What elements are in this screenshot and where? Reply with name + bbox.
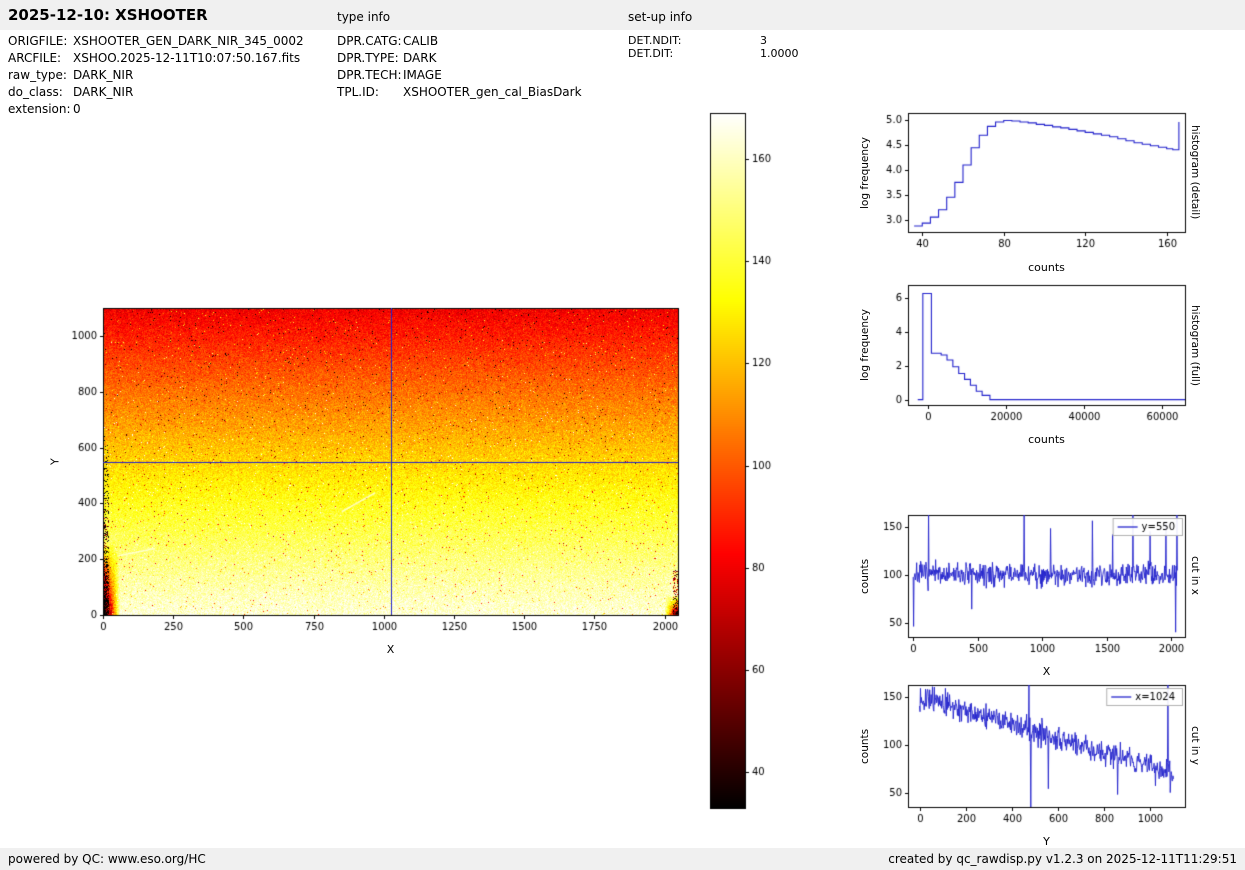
cut-x-right-label: cut in x <box>1188 515 1202 637</box>
cut-y-right-label: cut in y <box>1188 685 1202 807</box>
meta-value: DARK_NIR <box>73 68 133 82</box>
main-ylabel: Y <box>48 308 62 615</box>
meta-key: TPL.ID: <box>337 84 403 101</box>
meta-row-extension: extension:0 <box>8 101 304 118</box>
meta-row-dprtype: DPR.TYPE:DARK <box>337 50 582 67</box>
page-title: 2025-12-10: XSHOOTER <box>8 6 208 24</box>
cut-y-xlabel: Y <box>908 835 1185 848</box>
main-image-canvas <box>60 295 710 645</box>
hist-full-ylabel: log frequency <box>858 285 872 405</box>
meta-value: XSHOOTER_GEN_DARK_NIR_345_0002 <box>73 34 304 48</box>
meta-key: DPR.TECH: <box>337 67 403 84</box>
hist-detail-xlabel: counts <box>908 261 1185 274</box>
footer-bar: powered by QC: www.eso.org/HC created by… <box>0 848 1245 870</box>
cut-y-ylabel: counts <box>858 685 872 807</box>
meta-key: DET.NDIT: <box>628 34 760 47</box>
meta-row-ndit: DET.NDIT:3 <box>628 34 799 47</box>
meta-value: 3 <box>760 34 767 47</box>
meta-row-arcfile: ARCFILE:XSHOO.2025-12-11T10:07:50.167.fi… <box>8 50 304 67</box>
meta-key: DET.DIT: <box>628 47 760 60</box>
setup-info-label: set-up info <box>628 10 692 24</box>
meta-value: 1.0000 <box>760 47 799 60</box>
main-xlabel: X <box>103 643 678 656</box>
footer-right-text: created by qc_rawdisp.py v1.2.3 on 2025-… <box>888 848 1237 870</box>
meta-value: DARK_NIR <box>73 85 133 99</box>
cut-x-xlabel: X <box>908 665 1185 678</box>
hist-detail-canvas <box>860 100 1200 255</box>
meta-key: ARCFILE: <box>8 50 73 67</box>
meta-row-dprcatg: DPR.CATG:CALIB <box>337 33 582 50</box>
colorbar-canvas <box>690 105 810 820</box>
meta-value: IMAGE <box>403 68 442 82</box>
meta-key: DPR.TYPE: <box>337 50 403 67</box>
hist-detail-right-label: histogram (detail) <box>1188 113 1202 232</box>
header-bar: 2025-12-10: XSHOOTER type info set-up in… <box>0 0 1245 30</box>
hist-full-right-label: histogram (full) <box>1188 285 1202 405</box>
meta-value: 0 <box>73 102 81 116</box>
file-info-block: ORIGFILE:XSHOOTER_GEN_DARK_NIR_345_0002 … <box>8 33 304 118</box>
type-info-block: DPR.CATG:CALIB DPR.TYPE:DARK DPR.TECH:IM… <box>337 33 582 101</box>
footer-left-text: powered by QC: www.eso.org/HC <box>8 848 206 870</box>
cut-x-ylabel: counts <box>858 515 872 637</box>
type-info-label: type info <box>337 10 390 24</box>
qc-report-page: 2025-12-10: XSHOOTER type info set-up in… <box>0 0 1245 870</box>
meta-row-origfile: ORIGFILE:XSHOOTER_GEN_DARK_NIR_345_0002 <box>8 33 304 50</box>
meta-row-dprtech: DPR.TECH:IMAGE <box>337 67 582 84</box>
meta-key: extension: <box>8 101 73 118</box>
meta-row-doclass: do_class:DARK_NIR <box>8 84 304 101</box>
meta-key: ORIGFILE: <box>8 33 73 50</box>
meta-value: XSHOO.2025-12-11T10:07:50.167.fits <box>73 51 300 65</box>
meta-row-tplid: TPL.ID:XSHOOTER_gen_cal_BiasDark <box>337 84 582 101</box>
setup-info-block: DET.NDIT:3 DET.DIT:1.0000 <box>628 34 799 60</box>
meta-value: DARK <box>403 51 436 65</box>
hist-full-xlabel: counts <box>908 433 1185 446</box>
meta-key: DPR.CATG: <box>337 33 403 50</box>
meta-row-dit: DET.DIT:1.0000 <box>628 47 799 60</box>
hist-detail-ylabel: log frequency <box>858 113 872 232</box>
meta-key: do_class: <box>8 84 73 101</box>
cut-x-canvas <box>860 500 1200 658</box>
cut-y-canvas <box>860 670 1200 828</box>
meta-value: CALIB <box>403 34 438 48</box>
meta-row-rawtype: raw_type:DARK_NIR <box>8 67 304 84</box>
meta-key: raw_type: <box>8 67 73 84</box>
meta-value: XSHOOTER_gen_cal_BiasDark <box>403 85 582 99</box>
hist-full-canvas <box>860 272 1200 427</box>
